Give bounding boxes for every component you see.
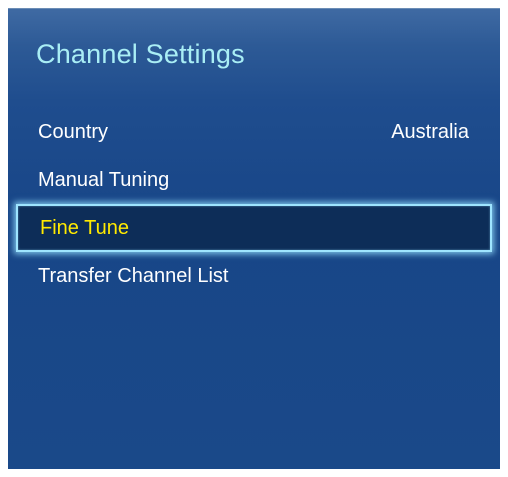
- menu-item-label: Country: [38, 121, 109, 143]
- menu-item-label: Fine Tune: [40, 217, 129, 239]
- channel-settings-panel: Channel Settings Country Australia Manua…: [8, 8, 500, 469]
- country-value: Australia: [391, 121, 469, 143]
- menu-item-label: Transfer Channel List: [38, 265, 229, 287]
- menu-item-label: Manual Tuning: [38, 169, 170, 191]
- settings-menu: Country Australia Manual Tuning Fine Tun…: [8, 108, 500, 300]
- menu-item-transfer-channel-list[interactable]: Transfer Channel List: [8, 252, 500, 300]
- menu-item-manual-tuning[interactable]: Manual Tuning: [8, 156, 500, 204]
- panel-title: Channel Settings: [36, 39, 245, 69]
- menu-item-country[interactable]: Country Australia: [8, 108, 500, 156]
- menu-item-fine-tune[interactable]: Fine Tune: [16, 204, 492, 252]
